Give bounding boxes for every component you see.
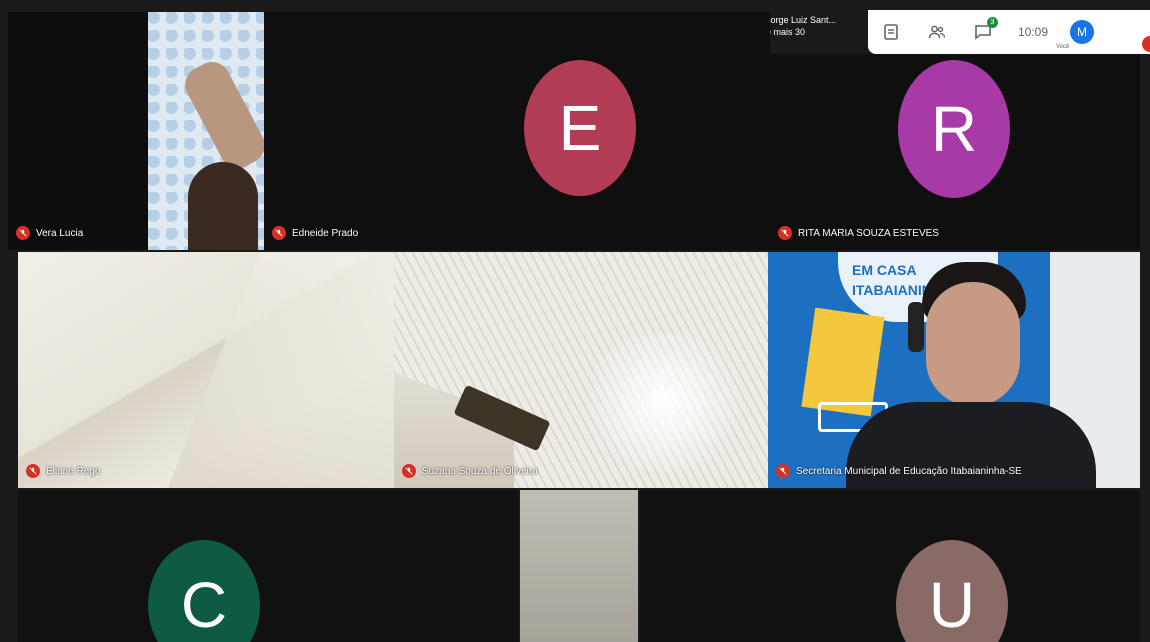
meeting-details-button[interactable] [880,21,902,43]
video-light [574,332,754,472]
self-avatar[interactable]: M Você [1056,20,1095,50]
people-icon [928,25,946,39]
presenter-subtitle: e mais 30 [766,27,806,37]
participant-name-label: Vera Lucia [16,226,83,240]
meeting-top-controls: 3 10:09 M Você [868,10,1150,54]
participant-avatar: R [898,60,1010,198]
chat-button[interactable]: 3 [972,17,998,43]
participant-avatar: U [896,540,1008,642]
participant-avatar: C [148,540,260,642]
participant-name-label: Secretaria Municipal de Educação Itabaia… [776,464,1022,478]
self-label: Você [1056,44,1070,50]
participant-tile-c[interactable]: C [18,490,518,642]
presenter-name: Jorge Luiz Sant... [766,15,837,25]
participant-tile-video[interactable] [520,490,638,642]
mic-off-icon [16,226,30,240]
video-object [178,55,264,175]
meeting-clock: 10:09 [1018,25,1049,39]
video-person-head [926,282,1020,406]
mic-off-icon [272,226,286,240]
participant-name-label: Eliane Rego [26,464,100,478]
info-doc-icon [884,24,898,40]
mic-off-icon [402,464,416,478]
participant-name-label: RITA MARIA SOUZA ESTEVES [778,226,939,240]
mic-off-icon [26,464,40,478]
mic-off-icon [778,226,792,240]
chat-badge: 3 [987,17,998,28]
participant-tile-suzana[interactable]: Suzana Souza de Oliveira [394,252,768,488]
participant-tile-secretaria[interactable]: EM CASA ITABAIANINHA Secretaria Municipa… [768,252,1140,488]
mic-off-icon [776,464,790,478]
headset-icon [908,302,924,352]
video-ceiling [168,252,394,488]
meeting-stage: Jorge Luiz Sant... e mais 30 Vera Lucia … [0,0,1150,642]
participant-tile-eliane[interactable]: Eliane Rego [18,252,394,488]
participant-name-label: Edneide Prado [272,226,358,240]
participants-button[interactable] [926,21,948,43]
participant-tile-rita[interactable]: R RITA MARIA SOUZA ESTEVES [770,54,1140,250]
video-person-shadow [188,162,258,250]
participant-name-label: Suzana Souza de Oliveira [402,464,538,478]
participant-tile-edneide[interactable]: E Edneide Prado [264,12,770,250]
video-poster [801,307,885,417]
participant-video [148,12,264,250]
participant-avatar: E [524,60,636,196]
participant-tile-u[interactable]: U [640,490,1140,642]
participant-tile-vera[interactable]: Vera Lucia [8,12,264,250]
